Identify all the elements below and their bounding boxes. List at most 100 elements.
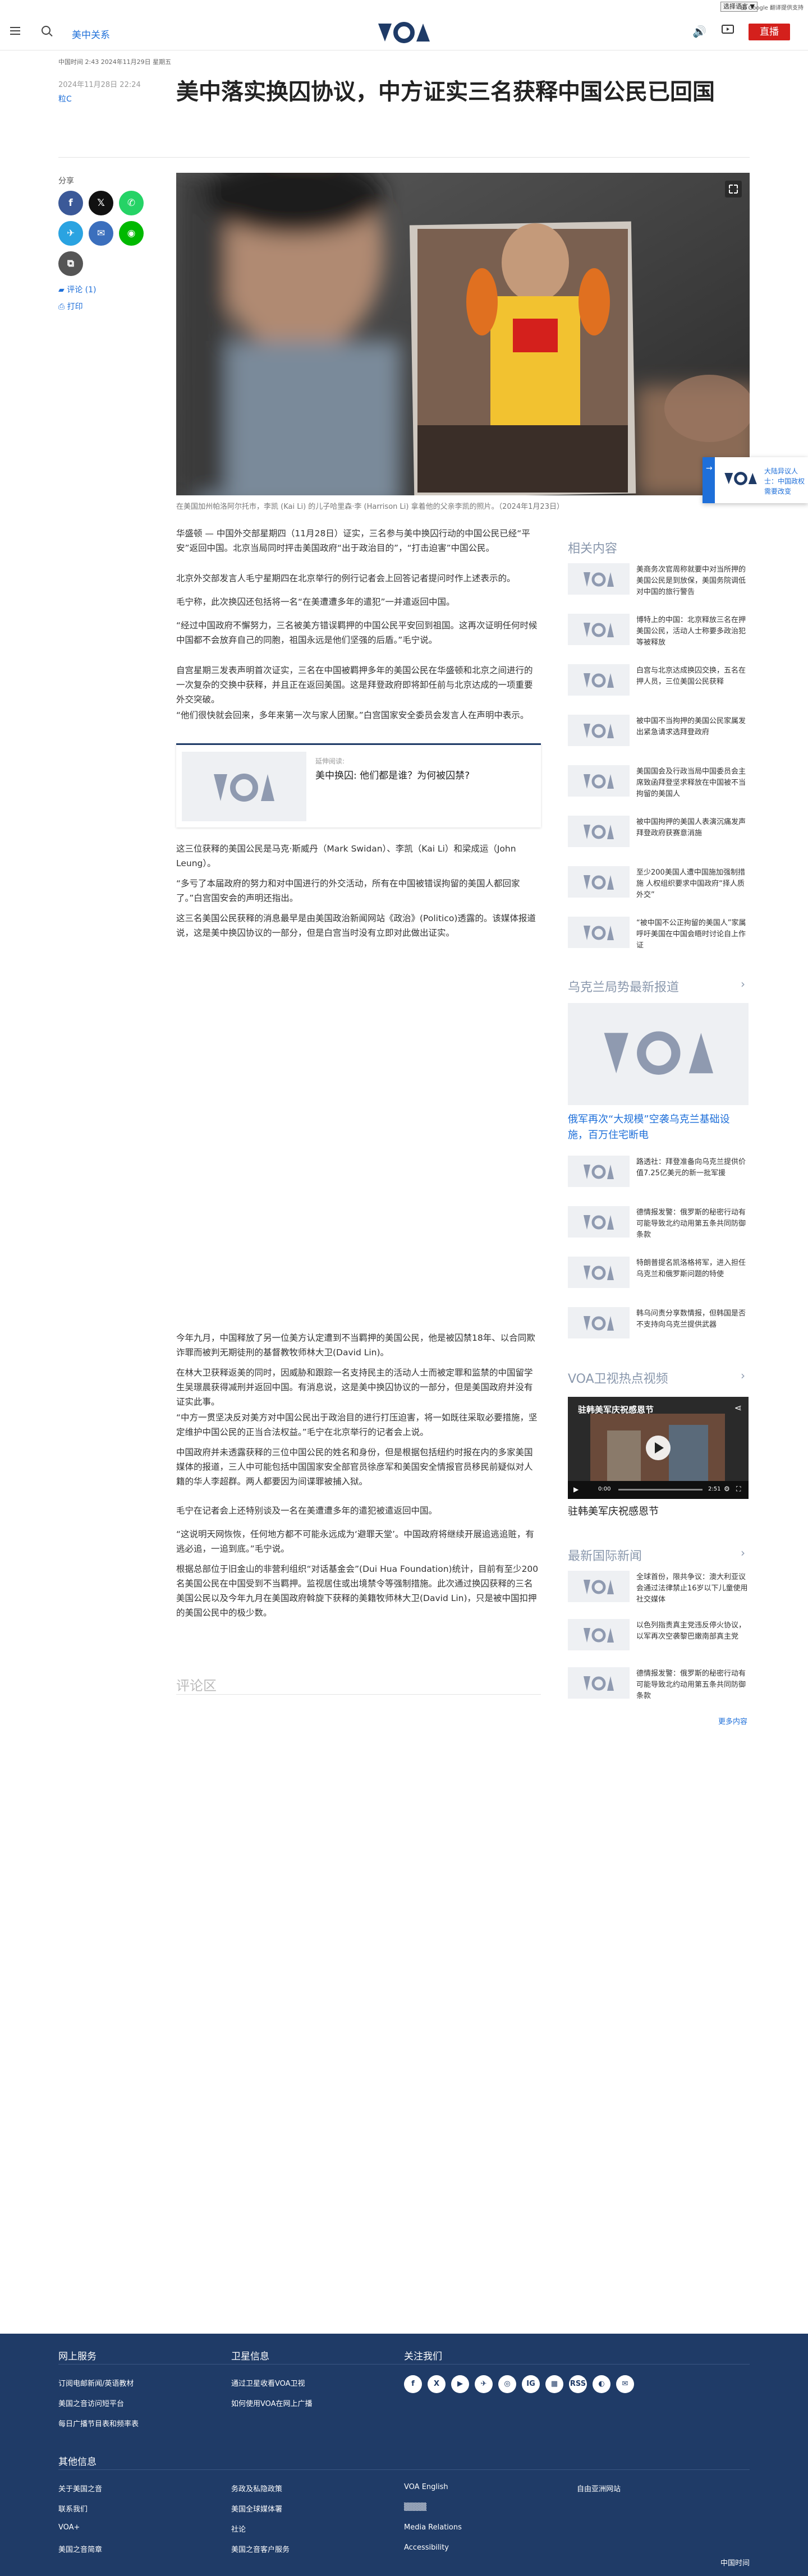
list-item[interactable]: 白宫与北京达成换囚交换，五名在押人员，三位美国公民获释: [636, 665, 749, 688]
footer-link[interactable]: 美国之音访问短平台: [58, 2398, 124, 2408]
social-icon[interactable]: IG: [522, 2375, 540, 2393]
audio-icon[interactable]: 🔊: [692, 25, 706, 38]
list-thumbnail[interactable]: [568, 866, 630, 898]
list-item[interactable]: 德情报发警：俄罗斯的秘密行动有可能导致北约动用第五条共同防御条款: [636, 1207, 749, 1241]
video-caption[interactable]: 驻韩美军庆祝感恩节: [568, 1503, 659, 1518]
list-item[interactable]: 被中国拘押的美国人表演沉痛发声 拜登政府获赛意消施: [636, 817, 749, 839]
social-icon[interactable]: RSS: [569, 2375, 587, 2393]
author-link[interactable]: 粒C: [58, 93, 72, 104]
list-thumbnail[interactable]: [568, 1257, 630, 1288]
list-thumbnail[interactable]: [568, 664, 630, 696]
footer-link[interactable]: 每日广播节目表和频率表: [58, 2418, 139, 2428]
comments-link[interactable]: ▰ 评论 (1): [58, 284, 97, 295]
ukraine-heading[interactable]: 乌克兰局势最新报道: [568, 977, 679, 995]
search-icon[interactable]: [42, 26, 50, 35]
list-item[interactable]: 美商务次官周称就要中对当所押的美国公民是到放保，美国务院调低对中国的旅行警告: [636, 564, 749, 598]
footer-link[interactable]: 美国之音客户服务: [231, 2543, 290, 2554]
list-thumbnail[interactable]: [568, 563, 630, 595]
footer-link[interactable]: VOA+: [58, 2523, 80, 2532]
list-item[interactable]: 博特上的中国：北京释放三名在押美国公民，活动人士称要多政治犯等被释放: [636, 615, 749, 648]
whatsapp-icon: ✆: [127, 197, 136, 209]
floating-teaser[interactable]: → 大陆异议人士：中国政权需要改变: [703, 457, 808, 503]
footer-link[interactable]: ▒▒▒▒: [404, 2503, 426, 2511]
footer-link[interactable]: 关于美国之音: [58, 2483, 102, 2494]
email-share-button[interactable]: ✉: [89, 221, 113, 246]
list-item[interactable]: 以色列指责真主党违反停火协议，以军再次空袭黎巴嫩南部真主党: [636, 1620, 749, 1643]
menu-icon[interactable]: [10, 27, 20, 35]
list-item[interactable]: 被中国不当拘押的美国公民家属发出紧急请求选拜登政府: [636, 716, 749, 738]
footer-link[interactable]: VOA English: [404, 2483, 448, 2491]
social-icon[interactable]: ✈: [475, 2375, 493, 2393]
more-link[interactable]: 更多内容: [718, 1715, 747, 1726]
list-item[interactable]: 路透社：拜登准备向乌克兰提供价值7.25亿美元的新一批军援: [636, 1157, 749, 1179]
chevron-right-icon[interactable]: ›: [741, 977, 745, 991]
footer-link[interactable]: 通过卫星收看VOA卫视: [231, 2377, 305, 2388]
social-icon[interactable]: ◐: [593, 2375, 610, 2393]
social-icon[interactable]: f: [404, 2375, 422, 2393]
footer-link[interactable]: 务政及私隐政策: [231, 2483, 282, 2494]
list-thumbnail[interactable]: [568, 1571, 630, 1602]
also-read-box[interactable]: 延伸阅读: 美中换囚: 他们都是谁？为何被囚禁?: [176, 743, 541, 827]
footer-link[interactable]: 美国全球媒体署: [231, 2503, 282, 2514]
list-item[interactable]: 至少200美国人遭中国施加强制措施 人权组织要求中国政府“择人质外交”: [636, 867, 749, 901]
video-player[interactable]: 驻韩美军庆祝感恩节 ⋖ ▶ 0:00 2:51 ⚙ ⛶: [568, 1397, 749, 1499]
line-share-button[interactable]: ◉: [119, 221, 144, 246]
play-button[interactable]: [646, 1436, 671, 1460]
ukraine-lead-headline[interactable]: 俄军再次“大规模”空袭乌克兰基础设施，百万住宅断电: [568, 1112, 749, 1143]
list-thumbnail[interactable]: [568, 715, 630, 746]
ukraine-lead-image[interactable]: [568, 1003, 749, 1105]
footer-link[interactable]: 如何使用VOA在网上广播: [231, 2398, 313, 2408]
voa-logo[interactable]: [377, 21, 431, 44]
list-item[interactable]: “被中国不公正拘留的美国人”家属呼吁美国在中国会晤时讨论自上作证: [636, 918, 749, 951]
list-thumbnail[interactable]: [568, 1619, 630, 1650]
list-thumbnail[interactable]: [568, 614, 630, 645]
whatsapp-share-button[interactable]: ✆: [119, 191, 144, 215]
list-thumbnail[interactable]: [568, 765, 630, 797]
social-icon[interactable]: ▶: [451, 2375, 469, 2393]
footer-link[interactable]: 社论: [231, 2523, 246, 2534]
footer-link[interactable]: 订阅电邮新闻/英语教材: [58, 2377, 134, 2388]
list-thumbnail[interactable]: [568, 1206, 630, 1238]
list-item[interactable]: 全球首份，限共争议：澳大利亚议会通过法律禁止16岁以下儿童使用社交媒体: [636, 1572, 749, 1606]
social-icon[interactable]: ▦: [545, 2375, 563, 2393]
footer-link[interactable]: 美国之音简章: [58, 2543, 102, 2554]
telegram-share-button[interactable]: ✈: [58, 221, 83, 246]
section-link[interactable]: 美中关系: [72, 27, 110, 41]
list-thumbnail[interactable]: [568, 1667, 630, 1699]
facebook-share-button[interactable]: f: [58, 191, 83, 215]
copy-link-button[interactable]: ⧉: [58, 251, 83, 276]
list-thumbnail[interactable]: [568, 917, 630, 948]
social-icon[interactable]: ✉: [616, 2375, 634, 2393]
world-heading[interactable]: 最新国际新闻: [568, 1546, 642, 1564]
list-item[interactable]: 韩乌问责分享数情报，但韩国是否不支持向乌克兰提供武器: [636, 1308, 749, 1331]
list-thumbnail[interactable]: [568, 1307, 630, 1338]
settings-icon[interactable]: ⚙: [724, 1485, 730, 1493]
share-icon[interactable]: ⋖: [734, 1402, 742, 1413]
footer-link[interactable]: 自由亚洲网站: [577, 2483, 621, 2494]
social-icon[interactable]: ◎: [498, 2375, 516, 2393]
print-link[interactable]: ⎙ 打印: [58, 301, 83, 312]
footer-link[interactable]: Media Relations: [404, 2523, 462, 2532]
body-paragraph: “中方一贯坚决反对美方对中国公民出于政治目的进行打压迫害，将一如既往采取必要措施…: [176, 1413, 538, 1437]
live-button[interactable]: 直播: [749, 24, 790, 40]
footer-link[interactable]: Accessibility: [404, 2543, 449, 2552]
video-heading[interactable]: VOA卫视热点视频: [568, 1369, 668, 1387]
expand-icon[interactable]: [725, 181, 742, 197]
fullscreen-icon[interactable]: ⛶: [736, 1485, 741, 1493]
body-paragraph: “经过中国政府不懈努力，三名被美方错误羁押的中国公民平安回到祖国。这再次证明任何…: [176, 620, 538, 645]
play-small-icon[interactable]: ▶: [573, 1485, 579, 1493]
footer-link[interactable]: 联系我们: [58, 2503, 88, 2514]
video-icon[interactable]: [722, 24, 734, 35]
x-share-button[interactable]: 𝕏: [89, 191, 113, 215]
list-thumbnail[interactable]: [568, 816, 630, 847]
social-icon[interactable]: X: [428, 2375, 446, 2393]
list-thumbnail[interactable]: [568, 1156, 630, 1187]
list-item[interactable]: 德情报发警：俄罗斯的秘密行动有可能导致北约动用第五条共同防御条款: [636, 1668, 749, 1702]
chevron-right-icon[interactable]: ›: [741, 1546, 745, 1560]
list-item[interactable]: 特朗普提名凯洛格将军，进入担任乌克兰和俄罗斯问题的特使: [636, 1258, 749, 1280]
body-paragraph: 今年九月，中国释放了另一位美方认定遭到不当羁押的美国公民，他是被囚禁18年、以合…: [176, 1333, 535, 1358]
chevron-right-icon[interactable]: ›: [741, 1369, 745, 1382]
also-read-title[interactable]: 美中换囚: 他们都是谁？为何被囚禁?: [315, 767, 470, 781]
list-item[interactable]: 美国国会及行政当局中国委员会主席致函拜登坚求释放在中国被不当拘留的美国人: [636, 766, 749, 800]
body-paragraph: “这说明天网恢恢，任何地方都不可能永远成为‘避罪天堂’。中国政府将继续开展追逃追…: [176, 1529, 534, 1554]
